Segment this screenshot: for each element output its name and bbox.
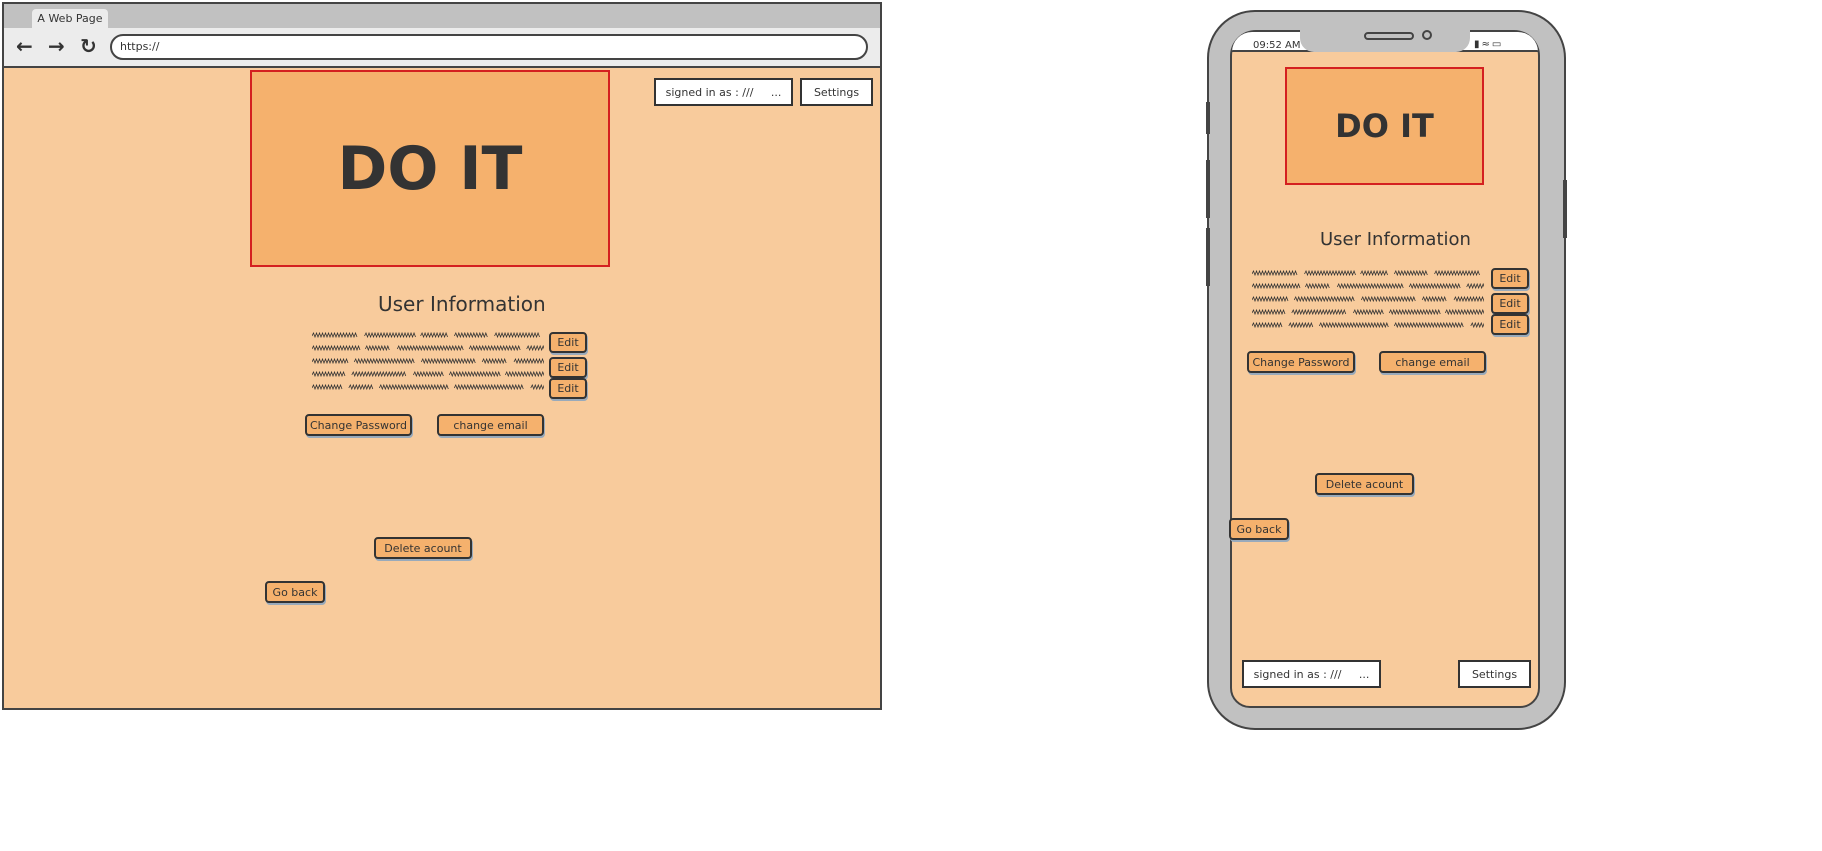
scribble-word [420,331,448,339]
tab-bar: A Web Page [4,4,880,29]
scribble-word [1453,295,1484,303]
logo-box: DO IT [1285,67,1484,185]
settings-button[interactable]: Settings [1458,660,1531,688]
user-info-placeholder-text [1252,269,1484,329]
change-password-button[interactable]: Change Password [305,414,412,436]
scribble-word [494,331,540,339]
scribble-word [312,370,346,378]
camera-icon [1422,30,1432,40]
scribble-word [1304,269,1356,277]
browser-toolbar: ← → ↻ https:// [4,28,880,68]
address-bar[interactable]: https:// [110,34,868,60]
scribble-word [1388,308,1441,316]
scribble-word [412,370,444,378]
speaker-icon [1364,32,1414,40]
signed-in-box: signed in as : /// ... [1242,660,1381,688]
scribble-word [1434,269,1480,277]
user-info-placeholder-text [312,331,544,391]
scribble-word [504,370,544,378]
scribble-word [1318,321,1389,329]
logo-box: DO IT [250,70,610,267]
change-email-button[interactable]: change email [1379,351,1486,373]
scribble-word [396,344,464,352]
scribble-word [1421,295,1447,303]
scribble-word [1360,295,1416,303]
scribble-word [348,383,374,391]
scribble-word [420,357,476,365]
change-password-button[interactable]: Change Password [1247,351,1355,373]
section-title: User Information [1320,229,1471,250]
scribble-word [1252,295,1289,303]
scribble-word [453,331,488,339]
scribble-word [312,383,343,391]
scribble-word [1466,282,1484,290]
scribble-word [1470,321,1484,329]
forward-arrow-icon[interactable]: → [48,34,65,58]
scribble-word [1288,321,1314,329]
phone-side-button [1206,160,1210,218]
scribble-word [312,357,349,365]
edit-button[interactable]: Edit [549,378,587,399]
edit-button[interactable]: Edit [1491,314,1529,335]
scribble-word [1293,295,1355,303]
scribble-word [526,344,544,352]
scribble-word [530,383,544,391]
edit-button[interactable]: Edit [1491,268,1529,289]
scribble-word [1393,269,1428,277]
scribble-word [353,357,415,365]
scribble-word [364,344,390,352]
scribble-word [1408,282,1461,290]
scribble-word [1444,308,1484,316]
scribble-word [378,383,449,391]
settings-button[interactable]: Settings [800,78,873,106]
signed-in-box: signed in as : /// ... [654,78,793,106]
change-email-button[interactable]: change email [437,414,544,436]
scribble-word [481,357,507,365]
reload-icon[interactable]: ↻ [80,34,97,58]
browser-tab[interactable]: A Web Page [32,9,108,29]
scribble-word [1252,321,1283,329]
phone-notch [1300,28,1470,52]
scribble-word [364,331,416,339]
scribble-word [1291,308,1347,316]
delete-account-button[interactable]: Delete acount [374,537,472,559]
scribble-word [1304,282,1330,290]
scribble-word [351,370,407,378]
edit-button[interactable]: Edit [549,332,587,353]
scribble-word [513,357,544,365]
scribble-word [448,370,501,378]
scribble-word [1360,269,1388,277]
back-arrow-icon[interactable]: ← [16,34,33,58]
phone-side-button [1563,180,1567,238]
scribble-word [312,331,358,339]
go-back-button[interactable]: Go back [265,581,325,603]
delete-account-button[interactable]: Delete acount [1315,473,1414,495]
scribble-word [1252,282,1301,290]
edit-button[interactable]: Edit [1491,293,1529,314]
go-back-button[interactable]: Go back [1229,518,1289,540]
section-title: User Information [378,292,546,316]
scribble-word [468,344,521,352]
scribble-word [312,344,361,352]
edit-button[interactable]: Edit [549,357,587,378]
phone-side-button [1206,228,1210,286]
scribble-word [1252,308,1286,316]
scribble-word [1352,308,1384,316]
scribble-word [1393,321,1464,329]
scribble-word [453,383,524,391]
scribble-word [1252,269,1298,277]
phone-side-button [1206,102,1210,134]
status-time: 09:52 AM [1253,40,1301,51]
scribble-word [1336,282,1404,290]
signal-wifi-battery-icon: ▮≈▭ [1474,39,1504,50]
